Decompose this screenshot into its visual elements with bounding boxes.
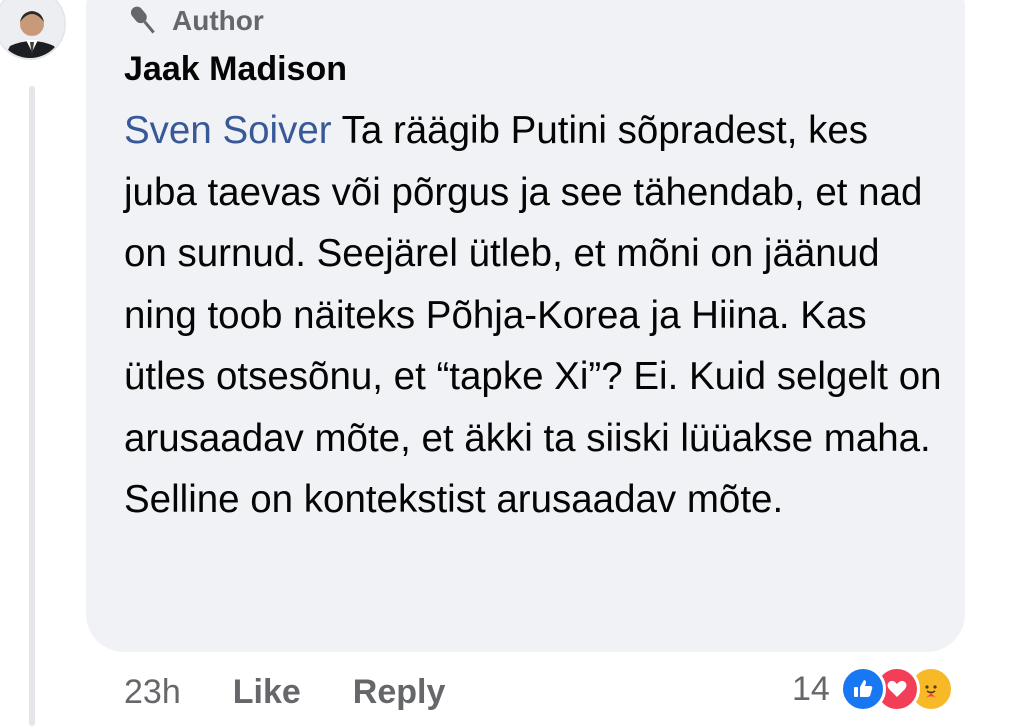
comment-actions: 23h Like Reply <box>124 668 497 716</box>
comment-body: Ta räägib Putini sõpradest, kes juba tae… <box>124 109 942 521</box>
like-button[interactable]: Like <box>233 673 301 712</box>
reply-button[interactable]: Reply <box>353 673 446 712</box>
avatar-image <box>0 0 64 58</box>
author-badge-label: Author <box>172 5 264 36</box>
comment-text: Sven Soiver Ta räägib Putini sõpradest, … <box>124 100 944 531</box>
like-icon <box>839 666 886 712</box>
author-badge: Author <box>124 3 264 39</box>
avatar[interactable] <box>0 0 66 60</box>
reactions-summary[interactable]: 14 <box>792 664 954 714</box>
commenter-name[interactable]: Jaak Madison <box>124 50 347 89</box>
reaction-count: 14 <box>792 669 830 708</box>
timestamp[interactable]: 23h <box>124 673 181 712</box>
thread-line <box>29 86 35 726</box>
mention-link[interactable]: Sven Soiver <box>124 109 332 152</box>
microphone-icon <box>124 4 164 38</box>
